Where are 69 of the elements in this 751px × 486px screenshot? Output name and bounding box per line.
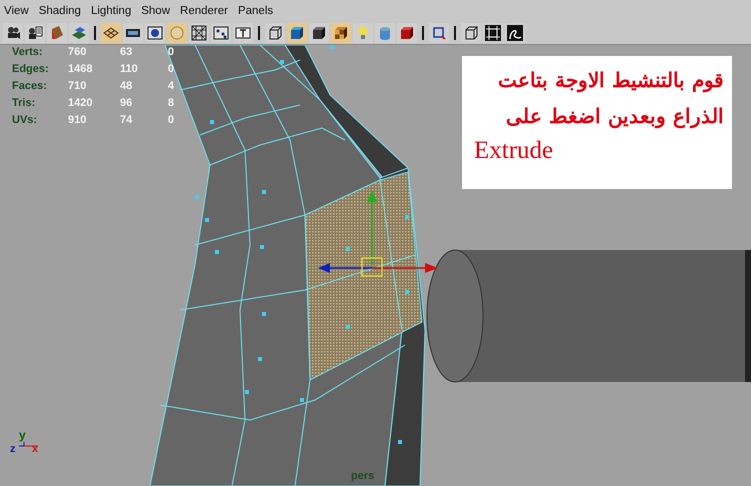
menu-item[interactable]: Panels [238, 5, 274, 17]
book-icon [49, 25, 65, 41]
axis-label: y [19, 428, 26, 442]
menu-item[interactable]: View [4, 5, 29, 17]
toolbar-button[interactable] [429, 23, 449, 43]
stat-value: 0 [166, 114, 174, 126]
toolbar-button[interactable] [211, 23, 231, 43]
stat-value: 74 [120, 114, 134, 126]
toolbar-button[interactable] [145, 23, 165, 43]
text-icon [235, 25, 251, 41]
stat-value: 8 [166, 97, 174, 109]
dots-icon [213, 25, 229, 41]
checker-cube-icon [333, 25, 349, 41]
toolbar-button[interactable] [397, 23, 417, 43]
camera-label: pers [351, 470, 374, 482]
cube-icon [289, 25, 305, 41]
command-text: Extrude [473, 136, 554, 166]
stat-value: 760 [68, 46, 88, 58]
toolbar-button[interactable] [461, 23, 481, 43]
stat-value: 910 [68, 114, 88, 126]
stat-label: Edges: [12, 63, 50, 75]
stat-value: 96 [120, 97, 134, 109]
layers-icon [71, 25, 87, 41]
stat-value: 1420 [68, 97, 94, 109]
cylinder-icon [377, 25, 393, 41]
toolbar-button[interactable] [3, 23, 23, 43]
stat-value: 0 [166, 63, 174, 75]
toolbar-button[interactable] [331, 23, 351, 43]
stat-label: Tris: [12, 97, 36, 109]
stat-label: UVs: [12, 114, 38, 126]
cube-icon [311, 25, 327, 41]
mesh-icon [191, 25, 207, 41]
curve-icon [507, 25, 523, 41]
grid-icon [103, 25, 119, 41]
frame-icon [485, 25, 501, 41]
axis-label: x [32, 443, 38, 455]
menu-item[interactable]: Lighting [90, 5, 132, 17]
stat-value: 63 [120, 46, 134, 58]
stat-value: 48 [120, 80, 134, 92]
camera-icon [27, 25, 43, 41]
toolbar-button[interactable] [123, 23, 143, 43]
stat-value: 4 [166, 80, 174, 92]
stat-value: 110 [120, 63, 139, 75]
instruction-text: الذراع وبعدين اضغط على [505, 103, 724, 130]
toolbar-button[interactable] [189, 23, 209, 43]
toolbar-button[interactable] [265, 23, 285, 43]
toolbar-button[interactable] [233, 23, 253, 43]
cube-icon [399, 25, 415, 41]
wireframe-cube-icon [463, 25, 479, 41]
toolbar-button[interactable] [309, 23, 329, 43]
toolbar-button[interactable] [287, 23, 307, 43]
stat-value: 710 [68, 80, 88, 92]
wireframe-cube-icon [267, 25, 283, 41]
toolbar-button[interactable] [101, 23, 121, 43]
stat-value: 0 [166, 46, 174, 58]
stat-label: Verts: [12, 46, 44, 58]
selection-icon [431, 25, 447, 41]
camera-icon [5, 25, 21, 41]
toolbar-button[interactable] [25, 23, 45, 43]
circle-icon [169, 25, 185, 41]
axis-label: z [10, 443, 16, 455]
instruction-text: قوم بالتنشيط الاوجة بتاعت [497, 67, 724, 94]
toolbar-button[interactable] [483, 23, 503, 43]
menu-item[interactable]: Shading [38, 5, 81, 17]
toolbar-button[interactable] [505, 23, 525, 43]
menu-item[interactable]: Show [141, 5, 170, 17]
stat-label: Faces: [12, 80, 48, 92]
menu-item[interactable]: Renderer [180, 5, 228, 17]
stat-value: 1468 [68, 63, 94, 75]
